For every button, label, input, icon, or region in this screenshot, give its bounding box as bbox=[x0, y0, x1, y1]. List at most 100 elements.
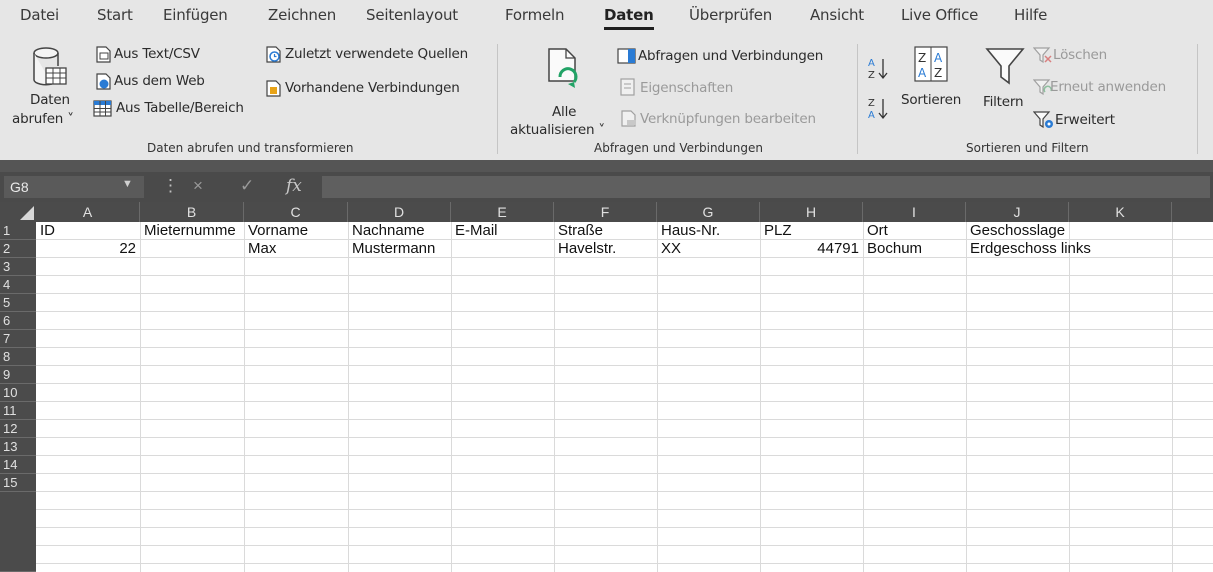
tab-einfuegen[interactable]: Einfügen bbox=[163, 6, 228, 24]
col-header-d[interactable]: D bbox=[348, 202, 451, 222]
cell-f1[interactable]: Straße bbox=[554, 222, 657, 240]
chevron-down-icon[interactable]: ▼ bbox=[122, 178, 133, 190]
grid-line bbox=[36, 509, 1213, 510]
col-header-b[interactable]: B bbox=[140, 202, 244, 222]
row-header-14[interactable]: 14 bbox=[0, 456, 36, 474]
tab-live-office[interactable]: Live Office bbox=[901, 6, 978, 24]
cell-j2[interactable]: Erdgeschoss links bbox=[966, 240, 1172, 258]
cell-d2[interactable]: Mustermann bbox=[348, 240, 451, 258]
row-header-5[interactable]: 5 bbox=[0, 294, 36, 312]
cell-j1[interactable]: Geschosslage bbox=[966, 222, 1172, 240]
grid-line bbox=[36, 401, 1213, 402]
tab-formeln[interactable]: Formeln bbox=[505, 6, 564, 24]
web-file-icon bbox=[96, 73, 111, 90]
row-header-12[interactable]: 12 bbox=[0, 420, 36, 438]
row-header-13[interactable]: 13 bbox=[0, 438, 36, 456]
grid-line bbox=[36, 275, 1213, 276]
col-header-e[interactable]: E bbox=[451, 202, 554, 222]
svg-text:A: A bbox=[918, 66, 927, 80]
cell-d1[interactable]: Nachname bbox=[348, 222, 451, 240]
row-header-10[interactable]: 10 bbox=[0, 384, 36, 402]
advanced-filter-label: Erweitert bbox=[1055, 112, 1115, 128]
advanced-filter-icon bbox=[1033, 111, 1053, 129]
text-file-icon bbox=[96, 46, 111, 63]
cell-b1[interactable]: Mieternumme bbox=[140, 222, 244, 240]
filter-funnel-icon bbox=[985, 48, 1025, 85]
col-header-f[interactable]: F bbox=[554, 202, 657, 222]
more-options-icon[interactable]: ⋮ bbox=[162, 176, 179, 196]
svg-text:Z: Z bbox=[918, 51, 926, 65]
group-label-sort-filter: Sortieren und Filtern bbox=[966, 141, 1089, 155]
cell-c2[interactable]: Max bbox=[244, 240, 348, 258]
row-header-6[interactable]: 6 bbox=[0, 312, 36, 330]
existing-connections-icon bbox=[266, 80, 281, 97]
cell-g2[interactable]: XX bbox=[657, 240, 760, 258]
row-header-filler bbox=[0, 492, 36, 572]
cell-a1[interactable]: ID bbox=[36, 222, 140, 240]
col-header-a[interactable]: A bbox=[36, 202, 140, 222]
row-header-15[interactable]: 15 bbox=[0, 474, 36, 492]
row-header-11[interactable]: 11 bbox=[0, 402, 36, 420]
col-header-j[interactable]: J bbox=[966, 202, 1069, 222]
tab-ueberpruefen[interactable]: Überprüfen bbox=[689, 6, 772, 24]
row-header-4[interactable]: 4 bbox=[0, 276, 36, 294]
get-data-label-2: abrufen ˅ bbox=[12, 111, 74, 127]
cell-c1[interactable]: Vorname bbox=[244, 222, 348, 240]
row-header-8[interactable]: 8 bbox=[0, 348, 36, 366]
tab-hilfe[interactable]: Hilfe bbox=[1014, 6, 1047, 24]
cell-h1[interactable]: PLZ bbox=[760, 222, 863, 240]
tab-daten[interactable]: Daten bbox=[604, 6, 654, 30]
formula-bar: G8 ▼ ⋮ × ✓ fx bbox=[0, 172, 1213, 202]
row-header-9[interactable]: 9 bbox=[0, 366, 36, 384]
grid-line bbox=[36, 491, 1213, 492]
cell-i2[interactable]: Bochum bbox=[863, 240, 966, 258]
sort-az-icon: A Z bbox=[868, 58, 888, 81]
grid-line bbox=[36, 455, 1213, 456]
cell-f2[interactable]: Havelstr. bbox=[554, 240, 657, 258]
grid-line bbox=[36, 473, 1213, 474]
col-header-h[interactable]: H bbox=[760, 202, 863, 222]
tab-start[interactable]: Start bbox=[97, 6, 133, 24]
grid-line bbox=[36, 527, 1213, 528]
tab-zeichnen[interactable]: Zeichnen bbox=[268, 6, 336, 24]
svg-text:A: A bbox=[868, 110, 875, 121]
tab-seitenlayout[interactable]: Seitenlayout bbox=[366, 6, 458, 24]
row-header-7[interactable]: 7 bbox=[0, 330, 36, 348]
svg-text:A: A bbox=[934, 51, 943, 65]
grid-line bbox=[36, 437, 1213, 438]
col-header-i[interactable]: I bbox=[863, 202, 966, 222]
from-table-label: Aus Tabelle/Bereich bbox=[116, 100, 244, 116]
col-header-c[interactable]: C bbox=[244, 202, 348, 222]
cell-grid[interactable] bbox=[36, 222, 1213, 572]
cell-a2[interactable]: 22 bbox=[36, 240, 140, 258]
row-header-1[interactable]: 1 bbox=[0, 222, 36, 240]
cell-e1[interactable]: E-Mail bbox=[451, 222, 554, 240]
row-header-3[interactable]: 3 bbox=[0, 258, 36, 276]
select-all-icon[interactable] bbox=[20, 206, 34, 220]
existing-connections-label: Vorhandene Verbindungen bbox=[285, 80, 460, 96]
cell-g1[interactable]: Haus-Nr. bbox=[657, 222, 760, 240]
queries-connections-label: Abfragen und Verbindungen bbox=[638, 48, 824, 64]
row-header-2[interactable]: 2 bbox=[0, 240, 36, 258]
confirm-icon[interactable]: ✓ bbox=[240, 176, 254, 196]
cell-i1[interactable]: Ort bbox=[863, 222, 966, 240]
menu-bar: Datei Start Einfügen Zeichnen Seitenlayo… bbox=[0, 0, 1213, 34]
cancel-icon[interactable]: × bbox=[193, 176, 203, 196]
formula-input[interactable] bbox=[322, 176, 1210, 198]
clear-filter-label: Löschen bbox=[1053, 47, 1108, 63]
tab-datei[interactable]: Datei bbox=[20, 6, 59, 24]
col-header-k[interactable]: K bbox=[1069, 202, 1172, 222]
database-table-icon bbox=[33, 47, 67, 86]
col-header-g[interactable]: G bbox=[657, 202, 760, 222]
grid-line bbox=[36, 383, 1213, 384]
refresh-all-label-1: Alle bbox=[552, 104, 577, 120]
grid-line bbox=[36, 419, 1213, 420]
svg-text:Z: Z bbox=[934, 66, 942, 80]
tab-ansicht[interactable]: Ansicht bbox=[810, 6, 864, 24]
insert-function-icon[interactable]: fx bbox=[286, 176, 302, 196]
svg-text:Z: Z bbox=[868, 98, 875, 109]
group-separator bbox=[857, 44, 858, 154]
cell-h2[interactable]: 44791 bbox=[760, 240, 863, 258]
group-label-get-data: Daten abrufen und transformieren bbox=[147, 141, 354, 155]
reapply-filter-label: Erneut anwenden bbox=[1050, 79, 1167, 95]
